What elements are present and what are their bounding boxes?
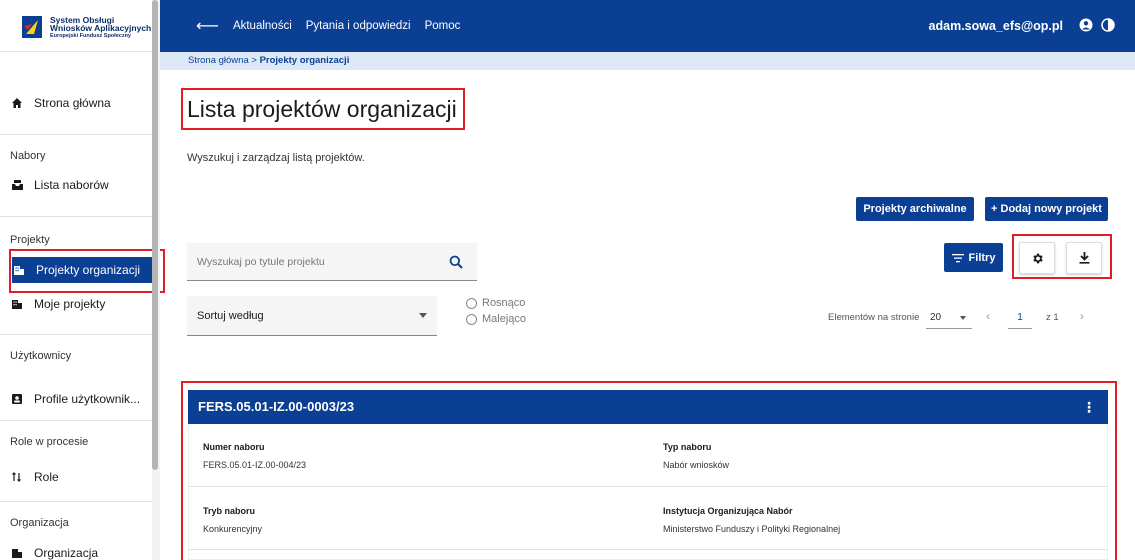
sidebar-item-projekty-organizacji[interactable]: Projekty organizacji [12, 257, 153, 283]
project-card-header[interactable]: FERS.05.01-IZ.00-0003/23 ⋮ [188, 390, 1108, 424]
chevron-down-icon [419, 313, 427, 318]
search-icon[interactable] [449, 255, 463, 269]
page-title: Lista projektów organizacji [187, 96, 457, 122]
divider [0, 334, 152, 335]
nav-link-pomoc[interactable]: Pomoc [425, 20, 461, 32]
sidebar: System Obsługi Wniosków Aplikacyjnych Eu… [0, 0, 165, 560]
field-value-typ-naboru: Nabór wniosków [663, 460, 730, 470]
field-value-numer-naboru: FERS.05.01-IZ.00-004/23 [203, 460, 307, 470]
archived-projects-button[interactable]: Projekty archiwalne [856, 197, 974, 221]
user-account-icon[interactable] [1079, 18, 1093, 32]
per-page-select[interactable]: 20 [926, 307, 972, 329]
prev-page-icon[interactable]: ‹ [986, 309, 990, 323]
per-page-label: Elementów na stronie [828, 312, 920, 323]
building-icon [10, 546, 24, 560]
field-label-tryb-naboru: Tryb naboru [203, 506, 256, 516]
page-count: z 1 [1046, 312, 1059, 323]
home-icon [10, 96, 24, 110]
sidebar-item-label: Lista naborów [34, 178, 109, 192]
search-input[interactable] [187, 243, 437, 280]
field-value-tryb-naboru: Konkurencyjny [203, 524, 263, 534]
project-card-title: FERS.05.01-IZ.00-0003/23 [198, 399, 355, 414]
more-options-icon[interactable]: ⋮ [1082, 390, 1096, 424]
sort-ascending-radio[interactable]: Rosnąco [466, 297, 525, 309]
divider [0, 134, 152, 135]
sidebar-item-label: Organizacja [34, 546, 99, 560]
sort-select[interactable]: Sortuj według [187, 296, 437, 336]
sort-select-label: Sortuj według [197, 310, 264, 322]
breadcrumb-home[interactable]: Strona główna [188, 55, 249, 66]
add-new-project-button[interactable]: + Dodaj nowy projekt [985, 197, 1108, 221]
nav-link-pytania[interactable]: Pytania i odpowiedzi [306, 20, 411, 32]
sidebar-item-label: Strona główna [34, 96, 111, 110]
breadcrumb-current: Projekty organizacji [259, 55, 350, 66]
breadcrumb: Strona główna > Projekty organizacji [160, 52, 1135, 70]
app-logo[interactable]: System Obsługi Wniosków Aplikacyjnych Eu… [0, 0, 152, 52]
divider [189, 549, 1107, 550]
sort-icon [10, 470, 24, 484]
sidebar-item-home[interactable]: Strona główna [10, 90, 150, 116]
per-page-value: 20 [930, 312, 942, 323]
sidebar-item-profile-uzytkownikow[interactable]: Profile użytkownik... [10, 386, 150, 412]
sidebar-section-organizacja: Organizacja [10, 517, 69, 529]
sidebar-item-label: Projekty organizacji [36, 263, 141, 277]
sort-descending-radio[interactable]: Malejąco [466, 313, 526, 325]
gear-icon [1032, 253, 1043, 263]
logo-text: System Obsługi Wniosków Aplikacyjnych Eu… [50, 15, 152, 39]
sidebar-item-lista-naborow[interactable]: Lista naborów [10, 172, 150, 198]
top-navigation-bar: ⟵ Aktualności Pytania i odpowiedzi Pomoc… [160, 0, 1135, 52]
divider [0, 501, 152, 502]
sidebar-item-role[interactable]: Role [10, 464, 150, 490]
sort-ascending-label: Rosnąco [482, 297, 526, 309]
download-button[interactable] [1066, 242, 1102, 274]
search-field [187, 243, 477, 281]
chevron-down-icon [960, 316, 966, 320]
sidebar-scrollbar-thumb[interactable] [152, 0, 158, 470]
id-card-icon [10, 392, 24, 406]
project-card-body: Numer naboru FERS.05.01-IZ.00-004/23 Typ… [188, 424, 1108, 560]
filters-label: Filtry [968, 251, 996, 264]
filters-button[interactable]: Filtry [944, 243, 1003, 272]
back-arrow-icon[interactable]: ⟵ [196, 16, 219, 36]
radio-circle-icon [466, 297, 477, 309]
sidebar-item-label: Moje projekty [34, 297, 106, 311]
field-value-instytucja: Ministerstwo Funduszy i Polityki Regiona… [663, 524, 841, 534]
eu-flag-icon [22, 16, 42, 38]
field-label-typ-naboru: Typ naboru [663, 442, 712, 452]
user-email[interactable]: adam.sowa_efs@op.pl [929, 19, 1063, 33]
divider [189, 486, 1107, 487]
page-number-input[interactable]: 1 [1008, 307, 1032, 329]
building-icon [12, 263, 26, 277]
divider [0, 216, 152, 217]
sidebar-item-label: Profile użytkownik... [34, 392, 141, 406]
sidebar-section-nabory: Nabory [10, 150, 46, 162]
sidebar-item-moje-projekty[interactable]: Moje projekty [10, 291, 150, 317]
breadcrumb-separator: > [251, 55, 257, 66]
field-label-instytucja: Instytucja Organizująca Nabór [663, 506, 793, 516]
contrast-icon[interactable] [1101, 18, 1115, 32]
divider [0, 420, 152, 421]
sidebar-item-label: Role [34, 470, 59, 484]
sidebar-section-role-w-procesie: Role w procesie [10, 436, 89, 448]
sidebar-section-projekty: Projekty [10, 234, 50, 246]
sidebar-item-organizacja[interactable]: Organizacja [10, 540, 150, 560]
download-icon [1079, 252, 1089, 264]
inbox-icon [10, 178, 24, 192]
next-page-icon[interactable]: › [1080, 309, 1084, 323]
sort-descending-label: Malejąco [482, 313, 527, 325]
radio-circle-icon [466, 313, 477, 325]
sidebar-section-uzytkownicy: Użytkownicy [10, 350, 72, 362]
nav-link-aktualnosci[interactable]: Aktualności [233, 20, 292, 32]
filter-icon [951, 253, 964, 262]
settings-button[interactable] [1019, 242, 1055, 274]
field-label-numer-naboru: Numer naboru [203, 442, 265, 452]
building-icon [10, 297, 24, 311]
page-subtitle: Wyszukuj i zarządzaj listą projektów. [187, 152, 365, 164]
